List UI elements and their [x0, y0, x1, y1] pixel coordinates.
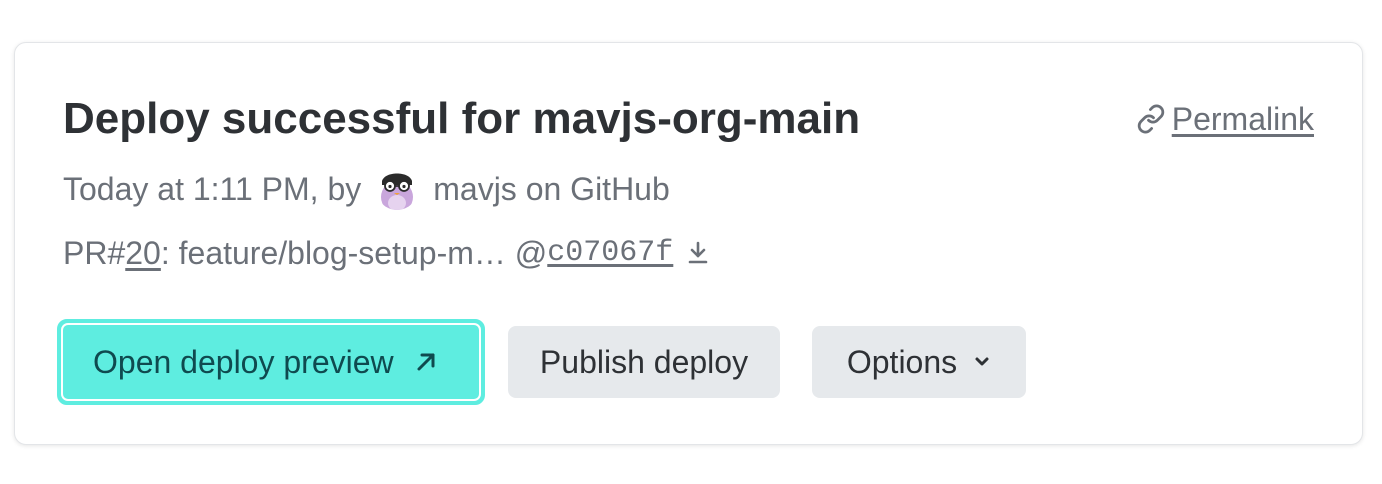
avatar[interactable]: [375, 167, 419, 211]
deploy-timestamp: Today at 1:11 PM, by: [63, 171, 362, 207]
link-icon: [1136, 104, 1166, 134]
options-button[interactable]: Options: [812, 326, 1026, 398]
deploy-card: Deploy successful for mavjs-org-main Per…: [14, 42, 1363, 445]
branch-name: : feature/blog-setup-m… @: [160, 235, 548, 271]
permalink-link[interactable]: Permalink: [1136, 99, 1314, 139]
arrow-up-right-icon: [414, 350, 438, 374]
deploy-meta: Today at 1:11 PM, by mavjs on GitHub: [63, 167, 670, 211]
deploy-title: Deploy successful for mavjs-org-main: [63, 94, 861, 143]
pr-prefix: PR#: [63, 235, 126, 271]
pr-number-link[interactable]: 20: [125, 233, 161, 273]
pr-info: PR# 20: feature/blog-setup-m… @ c07067f: [63, 233, 709, 273]
publish-deploy-label: Publish deploy: [539, 343, 749, 380]
open-deploy-preview-button[interactable]: Open deploy preview: [57, 319, 485, 405]
publish-deploy-button[interactable]: Publish deploy: [508, 326, 780, 398]
open-deploy-preview-label: Open deploy preview: [93, 343, 394, 380]
options-label: Options: [846, 343, 958, 380]
permalink-label: Permalink: [1171, 101, 1314, 137]
download-icon[interactable]: [687, 240, 709, 266]
commit-link[interactable]: c07067f: [547, 233, 673, 273]
chevron-down-icon: [973, 353, 991, 371]
deploy-author: mavjs on GitHub: [433, 171, 670, 207]
